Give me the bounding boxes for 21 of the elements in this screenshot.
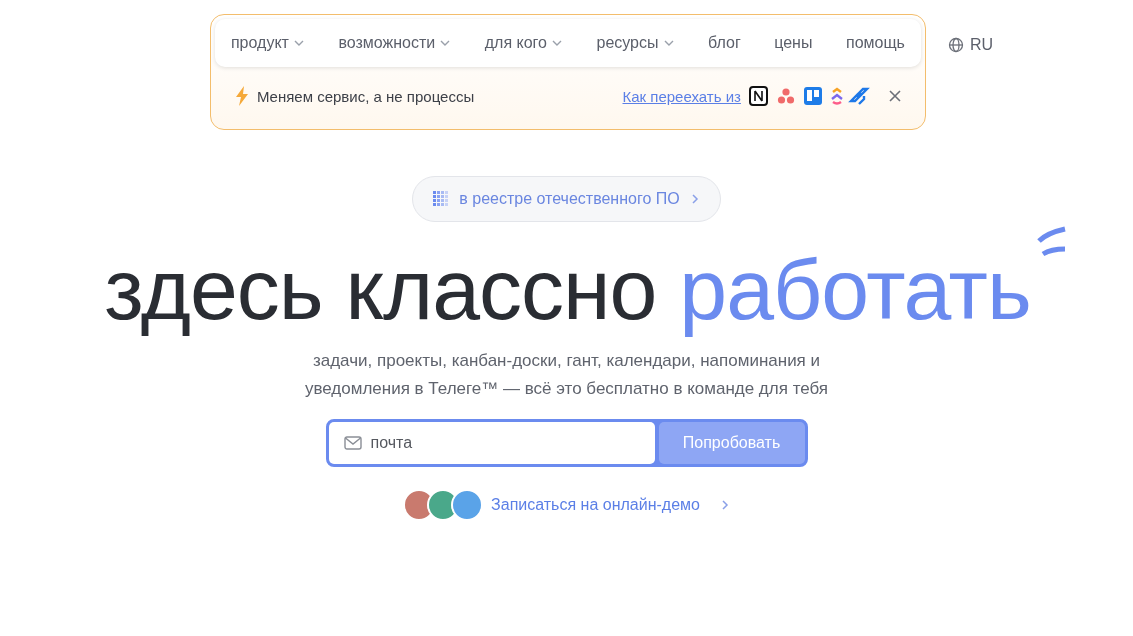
- nav-link[interactable]: продукт: [230, 34, 305, 52]
- demo-link[interactable]: Записаться на онлайн-демо: [491, 495, 730, 514]
- nav-link[interactable]: помощь: [845, 34, 905, 52]
- language-link[interactable]: RU: [947, 36, 994, 54]
- nav-link[interactable]: для кого: [484, 34, 563, 52]
- nav-link[interactable]: возможности: [338, 34, 452, 52]
- email-field[interactable]: почта: [328, 421, 655, 464]
- lightning-icon: [234, 86, 249, 106]
- dot-grid-icon: [433, 191, 450, 207]
- nav-link[interactable]: ресурсы: [596, 34, 675, 52]
- envelope-icon: [343, 435, 362, 450]
- nav-link[interactable]: блог: [708, 34, 741, 52]
- globe-icon: [947, 37, 964, 53]
- nav-link[interactable]: цены: [774, 34, 813, 52]
- banner-text: Меняем сервис, а не процессы: [256, 87, 476, 105]
- close-icon[interactable]: [888, 90, 901, 102]
- chevron-right-icon: [689, 193, 700, 205]
- subtitle: задачи, проекты, канбан-доски, гант, календари, напоминания и уведомления в Телеге™ — всё это бесплатно в команде для тебя: [303, 349, 830, 400]
- chevron-right-icon: [719, 498, 730, 511]
- migration-link[interactable]: Как переехать из: [622, 87, 741, 105]
- headline: здесь классно работать: [104, 240, 1031, 339]
